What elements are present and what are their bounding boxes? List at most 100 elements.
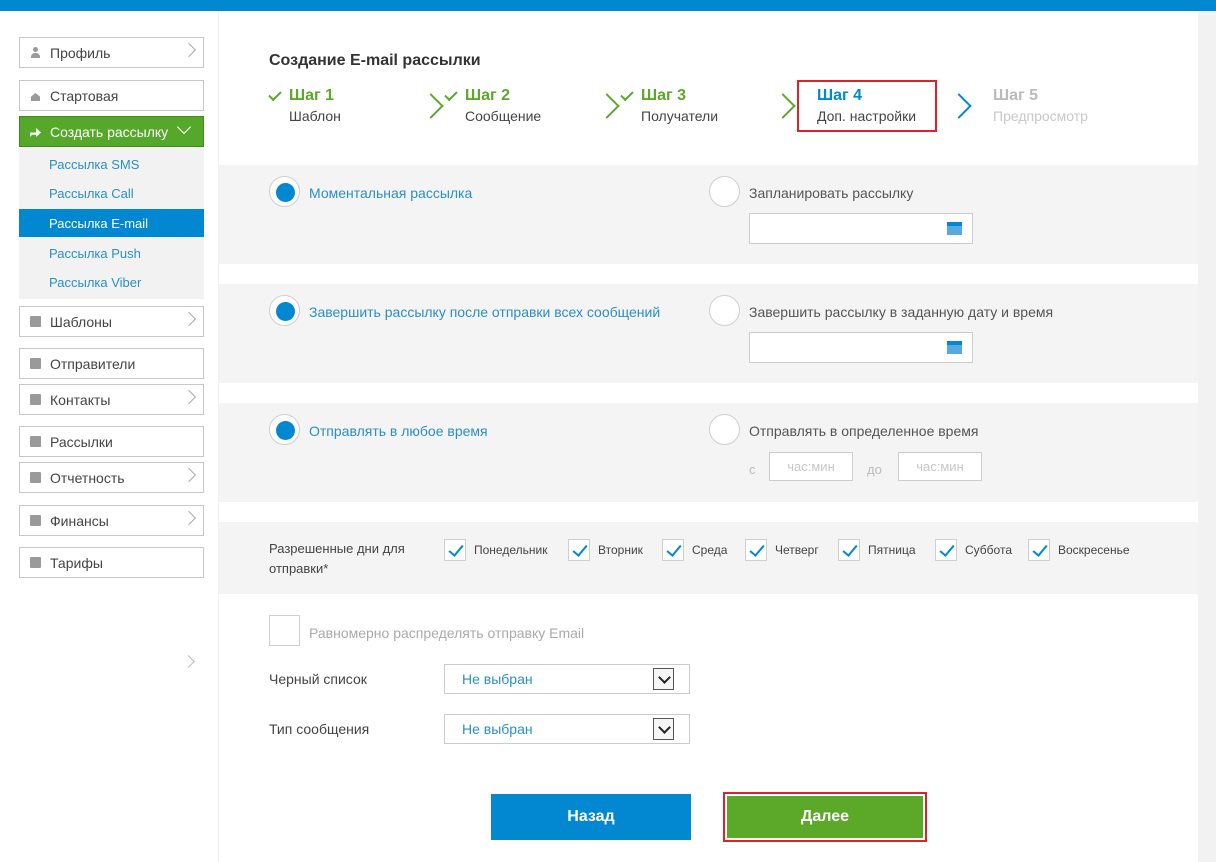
checkbox[interactable] [662, 539, 684, 561]
step-3: Шаг 3 Получатели [620, 87, 718, 124]
sidebar-item-contacts[interactable]: Контакты [19, 384, 204, 415]
document-icon [30, 316, 41, 327]
sidebar-item-label: Стартовая [50, 87, 119, 104]
current-step-highlight [797, 80, 937, 132]
sidebar-item-senders[interactable]: Отправители [19, 348, 204, 379]
even-distribution-checkbox[interactable] [269, 615, 300, 646]
day-label: Четверг [775, 543, 819, 557]
day-wednesday[interactable]: Среда [662, 539, 727, 561]
step-1: Шаг 1 Шаблон [268, 87, 341, 124]
next-button[interactable]: Далее [727, 796, 923, 838]
back-button[interactable]: Назад [491, 794, 691, 840]
time-to-input[interactable]: час:мин [898, 452, 982, 481]
sidebar-item-mailings[interactable]: Рассылки [19, 426, 204, 457]
time-from-input[interactable]: час:мин [769, 452, 853, 481]
day-label: Пятница [868, 543, 916, 557]
even-distribution-label: Равномерно распределять отправку Email [309, 625, 585, 641]
sidebar-item-reports[interactable]: Отчетность [19, 462, 204, 493]
day-saturday[interactable]: Суббота [935, 539, 1012, 561]
tag-icon [30, 557, 41, 568]
chevron-right-icon [181, 42, 197, 58]
checkmark-icon [268, 87, 282, 101]
submenu-item-push[interactable]: Рассылка Push [19, 239, 204, 267]
instant-label: Моментальная рассылка [309, 185, 473, 201]
specific-time-label: Отправлять в определенное время [749, 423, 979, 439]
share-arrow-icon [30, 126, 41, 137]
sidebar-item-tariffs[interactable]: Тарифы [19, 547, 204, 578]
to-label: до [867, 462, 882, 477]
day-label: Среда [692, 543, 728, 557]
checkbox[interactable] [838, 539, 860, 561]
submenu-item-viber[interactable]: Рассылка Viber [19, 268, 204, 296]
checkbox[interactable] [935, 539, 957, 561]
allowed-days-label-line1: Разрешенные дни для [269, 541, 405, 556]
scheduled-radio[interactable] [709, 176, 740, 207]
blacklist-select[interactable]: Не выбран [444, 664, 690, 694]
anytime-label: Отправлять в любое время [309, 423, 488, 439]
chevron-right-icon [181, 311, 197, 327]
sidebar-item-finance[interactable]: Финансы [19, 505, 204, 536]
chevron-down-icon[interactable] [653, 668, 674, 690]
from-label: с [749, 462, 756, 477]
step-title: Шаг 3 [641, 87, 686, 104]
chevron-down-icon[interactable] [653, 718, 674, 740]
day-monday[interactable]: Понедельник [444, 539, 547, 561]
scheduled-label: Запланировать рассылку [749, 185, 914, 201]
submenu: Рассылка SMS Рассылка Call Рассылка E-ma… [19, 148, 204, 299]
day-sunday[interactable]: Воскресенье [1028, 539, 1130, 561]
submenu-item-call[interactable]: Рассылка Call [19, 179, 204, 207]
sidebar-item-label: Контакты [50, 391, 111, 408]
top-bar [0, 0, 1216, 11]
schedule-date-input[interactable] [749, 213, 973, 244]
send-time-panel [219, 165, 1198, 264]
message-type-select[interactable]: Не выбран [444, 714, 690, 744]
checkbox[interactable] [568, 539, 590, 561]
checkbox[interactable] [444, 539, 466, 561]
finish-panel [219, 284, 1198, 383]
page-title: Создание E-mail рассылки [269, 52, 481, 69]
day-thursday[interactable]: Четверг [745, 539, 819, 561]
time-window-panel [219, 403, 1198, 502]
checkmark-icon [620, 87, 634, 101]
user-icon [30, 47, 41, 58]
submenu-item-sms[interactable]: Рассылка SMS [19, 150, 204, 178]
sidebar-item-create-mailing[interactable]: Создать рассылку [19, 116, 204, 147]
checkbox[interactable] [1028, 539, 1050, 561]
sidebar-item-label: Финансы [50, 512, 109, 529]
finish-after-all-radio[interactable] [269, 295, 300, 326]
sidebar-item-label: Тарифы [50, 554, 103, 571]
calendar-icon[interactable] [947, 222, 962, 235]
message-type-label: Тип сообщения [269, 721, 370, 737]
chevron-right-icon [181, 467, 197, 483]
calendar-icon[interactable] [947, 341, 962, 354]
message-type-value: Не выбран [462, 721, 533, 737]
sidebar-item-profile[interactable]: Профиль [19, 37, 204, 68]
checkbox[interactable] [745, 539, 767, 561]
step-title: Шаг 1 [289, 87, 334, 104]
chevron-right-icon [181, 510, 197, 526]
allowed-days-label: Разрешенные дни для отправки* [269, 539, 405, 579]
report-icon [30, 472, 41, 483]
blacklist-value: Не выбран [462, 671, 533, 687]
day-label: Суббота [965, 543, 1012, 557]
submenu-item-email[interactable]: Рассылка E-mail [19, 209, 204, 237]
anytime-radio[interactable] [269, 414, 300, 445]
sidebar-item-label: Создать рассылку [50, 123, 169, 140]
chevron-right-icon [181, 389, 197, 405]
chat-icon [30, 358, 41, 369]
finish-at-date-label: Завершить рассылку в заданную дату и вре… [749, 304, 1054, 320]
wallet-icon [30, 515, 41, 526]
instant-radio[interactable] [269, 176, 300, 207]
day-friday[interactable]: Пятница [838, 539, 916, 561]
sidebar-item-home[interactable]: Стартовая [19, 80, 204, 111]
sidebar-item-label: Шаблоны [50, 313, 112, 330]
step-title: Шаг 2 [465, 87, 510, 104]
sidebar-item-label: Профиль [50, 44, 111, 61]
sidebar-item-label: Отчетность [50, 469, 125, 486]
finish-date-input[interactable] [749, 332, 973, 363]
sidebar-item-templates[interactable]: Шаблоны [19, 306, 204, 337]
specific-time-radio[interactable] [709, 414, 740, 445]
finish-at-date-radio[interactable] [709, 295, 740, 326]
day-tuesday[interactable]: Вторник [568, 539, 643, 561]
sidebar-item-label: Отправители [50, 355, 136, 372]
